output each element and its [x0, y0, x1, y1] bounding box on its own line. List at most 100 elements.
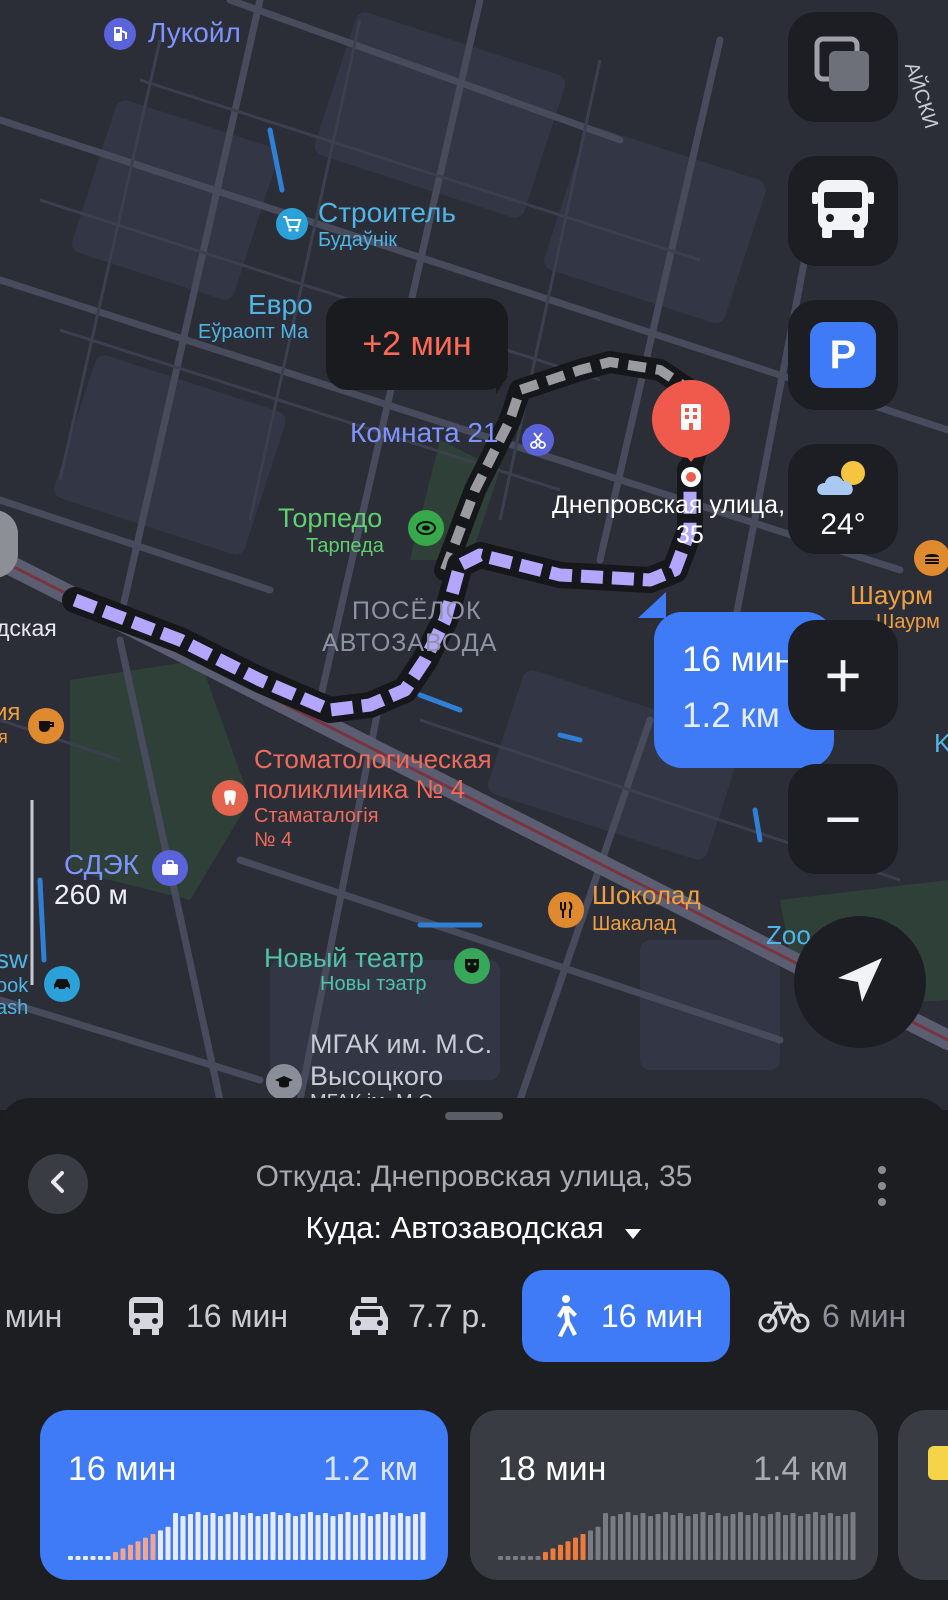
sheet-handle[interactable] — [445, 1112, 503, 1120]
poi-dental-sub2: № 4 — [254, 829, 293, 851]
profile-bar — [353, 1515, 358, 1560]
district-label-line1: ПОСЁЛОК — [352, 597, 482, 625]
mode-taxi-label: 7.7 р. — [408, 1297, 489, 1334]
profile-bar — [293, 1516, 298, 1560]
poi-stroitel[interactable]: Строитель — [318, 198, 456, 228]
poi-edge-3: ash — [0, 997, 29, 1019]
building-icon — [678, 402, 704, 437]
profile-bar — [390, 1515, 396, 1560]
more-menu-button[interactable] — [862, 1156, 902, 1216]
gas-station-icon[interactable] — [104, 18, 136, 50]
tooth-icon[interactable] — [212, 780, 248, 816]
profile-bar — [98, 1556, 103, 1560]
mode-car[interactable]: 5 мин — [0, 1270, 88, 1362]
profile-bar — [513, 1556, 518, 1560]
burger-icon[interactable] — [914, 540, 948, 576]
mode-walk[interactable]: 16 мин — [522, 1270, 730, 1362]
restaurant-icon[interactable] — [548, 892, 584, 928]
poi-theatre[interactable]: Новый театр — [264, 944, 424, 973]
mode-bus[interactable]: 16 мин — [126, 1270, 288, 1362]
poi-sdek[interactable]: СДЭК — [64, 850, 139, 880]
profile-bar — [180, 1516, 186, 1560]
profile-bar — [640, 1513, 646, 1560]
poi-mgak-line2[interactable]: Высоцкого — [310, 1062, 443, 1091]
profile-bar — [240, 1515, 246, 1560]
zoom-out-button[interactable]: − — [788, 764, 898, 874]
poi-dental-line2[interactable]: поликлиника № 4 — [254, 775, 465, 803]
scissors-icon[interactable] — [522, 424, 554, 456]
graduation-cap-icon[interactable] — [266, 1064, 302, 1100]
profile-bar — [270, 1512, 276, 1560]
route-card-1-time: 16 мин — [68, 1450, 177, 1488]
poi-dental-sub1: Стаматалогія — [254, 805, 379, 827]
profile-bar — [128, 1544, 133, 1560]
poi-dental-line1[interactable]: Стоматологическая — [254, 745, 492, 773]
car-wash-icon[interactable] — [44, 966, 80, 1002]
profile-bar — [520, 1556, 526, 1560]
poi-mgak-line1[interactable]: МГАК им. М.С. — [310, 1030, 492, 1059]
route-sheet[interactable]: Откуда: Днепровская улица, 35 Куда: Авто… — [0, 1098, 948, 1600]
profile-bar — [633, 1515, 638, 1560]
scale-label: 260 м — [54, 879, 128, 910]
profile-bar — [330, 1516, 336, 1560]
destination-pin[interactable] — [652, 380, 730, 458]
profile-bar — [730, 1514, 736, 1560]
poi-chocolate[interactable]: Шоколад — [592, 881, 701, 909]
parking-button[interactable]: P — [788, 300, 898, 410]
profile-bar — [203, 1515, 208, 1560]
profile-bar — [588, 1530, 593, 1560]
walk-icon — [549, 1294, 579, 1338]
profile-bar — [843, 1514, 848, 1560]
theatre-masks-icon[interactable] — [454, 948, 490, 984]
profile-bar — [173, 1513, 178, 1560]
mode-bike[interactable]: 6 мин — [758, 1270, 906, 1362]
profile-bar — [723, 1516, 728, 1560]
profile-bar — [745, 1515, 751, 1560]
profile-bar — [165, 1526, 171, 1560]
profile-bar — [783, 1515, 788, 1560]
poi-cafe-edge-2: ія — [0, 727, 8, 747]
transit-button[interactable] — [788, 156, 898, 266]
route-to-row[interactable]: Куда: Автозаводская — [0, 1210, 948, 1248]
zoom-in-button[interactable]: + — [788, 620, 898, 730]
mode-taxi[interactable]: 7.7 р. — [346, 1270, 488, 1362]
profile-bar — [768, 1514, 773, 1560]
weather-widget[interactable]: 24° — [788, 444, 898, 554]
profile-bar — [188, 1514, 193, 1560]
destination-point — [681, 467, 701, 487]
stadium-icon[interactable] — [408, 510, 444, 546]
taxi-icon — [346, 1296, 392, 1336]
profile-bar — [835, 1516, 841, 1560]
profile-bar — [278, 1515, 283, 1560]
profile-bar — [528, 1556, 533, 1560]
shopping-cart-icon[interactable] — [276, 208, 308, 240]
map-view[interactable]: Лукойл Строитель Будаўнік Евро Еўраопт М… — [0, 0, 948, 1110]
profile-bar — [255, 1516, 261, 1560]
profile-bar — [708, 1515, 713, 1560]
route-card-1[interactable]: 16 мин 1.2 км — [40, 1410, 448, 1580]
profile-bar — [618, 1514, 623, 1560]
my-location-button[interactable] — [794, 916, 926, 1048]
poi-shaurma[interactable]: Шаурм — [850, 581, 933, 609]
profile-bar — [285, 1513, 291, 1560]
profile-bar — [693, 1514, 698, 1560]
profile-bar — [113, 1552, 118, 1560]
poi-komnata[interactable]: Комната 21 — [350, 418, 499, 448]
profile-bar — [158, 1530, 163, 1560]
alt-route-bubble[interactable]: +2 мин — [326, 298, 508, 390]
profile-bar — [505, 1556, 511, 1560]
route-card-3-partial[interactable] — [898, 1410, 948, 1580]
route-from[interactable]: Откуда: Днепровская улица, 35 — [0, 1160, 948, 1194]
profile-bar — [143, 1537, 148, 1560]
coffee-icon[interactable] — [28, 708, 64, 744]
parking-icon: P — [810, 322, 876, 388]
profile-bar — [263, 1514, 268, 1560]
poi-lukoil[interactable]: Лукойл — [148, 18, 241, 48]
poi-torpedo[interactable]: Торпедо — [278, 504, 382, 533]
layers-icon — [811, 33, 875, 102]
route-card-2[interactable]: 18 мин 1.4 км — [470, 1410, 878, 1580]
alt-route-time: +2 мин — [362, 324, 472, 363]
layers-button[interactable] — [788, 12, 898, 122]
poi-evroopt[interactable]: Евро — [248, 290, 313, 320]
briefcase-icon[interactable] — [152, 850, 188, 886]
